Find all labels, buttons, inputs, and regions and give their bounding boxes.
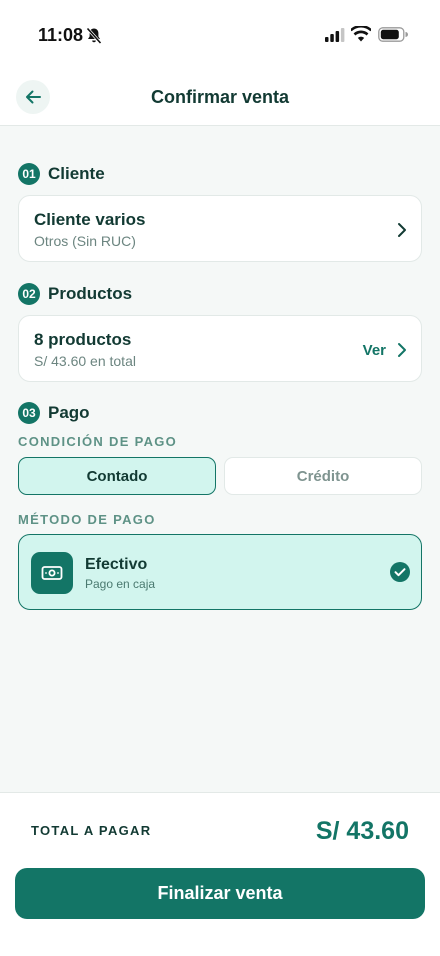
cash-icon (31, 552, 73, 594)
total-label: TOTAL A PAGAR (31, 823, 152, 838)
top-app-bar: Confirmar venta (0, 72, 440, 126)
client-type: Otros (Sin RUC) (34, 233, 136, 249)
condition-cash-option[interactable]: Contado (18, 457, 216, 495)
step-badge: 01 (18, 163, 40, 185)
finalize-sale-button[interactable]: Finalizar venta (15, 868, 425, 919)
condition-credit-option[interactable]: Crédito (224, 457, 422, 495)
payment-condition-label: CONDICIÓN DE PAGO (18, 434, 178, 449)
client-card[interactable]: Cliente varios Otros (Sin RUC) (18, 195, 422, 262)
step-badge: 02 (18, 283, 40, 305)
payment-method-cash[interactable]: Efectivo Pago en caja (18, 534, 422, 610)
payment-method-label: MÉTODO DE PAGO (18, 512, 156, 527)
section-title: Cliente (48, 164, 105, 183)
bell-slash-icon (86, 27, 102, 45)
products-count: 8 productos (34, 330, 132, 349)
section-title: Productos (48, 284, 133, 303)
step-badge: 03 (18, 402, 40, 424)
payment-section-header: 03 Pago (18, 402, 90, 424)
payment-method-title: Efectivo (85, 556, 148, 573)
view-products-link[interactable]: Ver (363, 342, 386, 359)
wifi-icon (351, 26, 371, 42)
products-total: S/ 43.60 en total (34, 353, 136, 369)
status-time: 11:08 (38, 25, 84, 45)
check-circle-icon (390, 562, 410, 582)
client-name: Cliente varios (34, 210, 146, 229)
payment-method-subtitle: Pago en caja (85, 577, 156, 591)
checkout-footer: TOTAL A PAGAR S/ 43.60 Finalizar venta (0, 792, 440, 956)
total-value: S/ 43.60 (315, 817, 409, 845)
section-title: Pago (48, 403, 90, 422)
status-bar: 11:08 (0, 0, 440, 72)
chevron-right-icon (398, 343, 406, 357)
client-section-header: 01 Cliente (18, 163, 105, 185)
products-section-header: 02 Productos (18, 283, 132, 305)
battery-icon (378, 27, 408, 42)
signal-icon (325, 28, 345, 42)
chevron-right-icon (398, 223, 406, 237)
page-title: Confirmar venta (150, 87, 290, 107)
products-card[interactable]: 8 productos S/ 43.60 en total Ver (18, 315, 422, 382)
